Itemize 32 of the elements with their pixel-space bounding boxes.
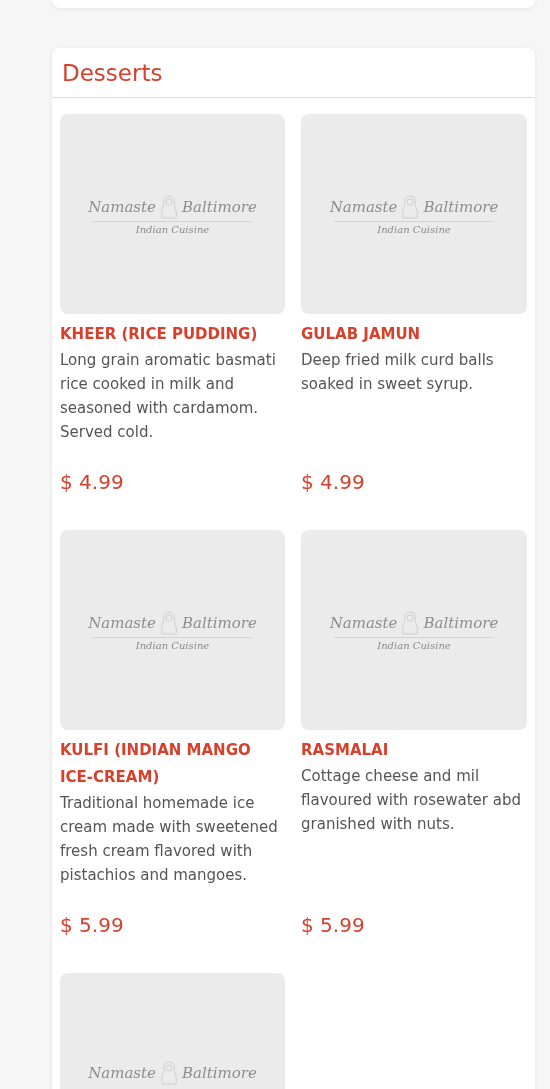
logo-text: Baltimore [423,197,499,216]
logo-text: Baltimore [181,613,257,632]
logo-text: Baltimore [181,197,257,216]
item-price: $ 5.99 [60,913,125,937]
item-description: Traditional homemade ice cream made with sweetened fresh cream flavored with pistachios and mangoes. [60,793,279,886]
figure-icon [400,193,421,220]
figure-icon [158,193,179,220]
item-description: Long grain aromatic basmati rice cooked in milk and seasoned with cardamom. Served cold. [60,350,277,443]
item-name: KHEER (RICE PUDDING) [60,324,259,345]
item-name: RASMALAI [301,740,390,761]
item-name: KULFI (INDIAN MANGO ICE-CREAM) [60,740,252,788]
logo-text: Namaste [88,1064,156,1082]
logo-subtitle: Indian Cuisine [135,639,210,651]
item-description: Cottage cheese and mil flavoured with rosewater abd granished with nuts. [301,766,522,835]
figure-icon [158,609,179,636]
item-price: $ 4.99 [60,470,125,494]
item-price: $ 4.99 [301,470,366,494]
logo-text: Namaste [329,613,398,632]
figure-icon [400,609,421,636]
logo-text: Baltimore [181,1064,257,1082]
logo-text: Namaste [88,613,156,632]
logo-subtitle: Indian Cuisine [135,223,210,235]
logo-subtitle: Indian Cuisine [377,639,451,651]
item-description: Deep fried milk curd balls soaked in sweet syrup. [301,350,495,395]
figure-icon [158,1060,179,1086]
logo-text: Namaste [88,197,156,216]
logo-text: Baltimore [423,613,499,632]
item-name: GULAB JAMUN [301,324,422,345]
logo-subtitle: Indian Cuisine [377,223,451,235]
section-title: Desserts [62,59,163,86]
logo-text: Namaste [329,197,398,216]
item-price: $ 5.99 [301,913,366,937]
